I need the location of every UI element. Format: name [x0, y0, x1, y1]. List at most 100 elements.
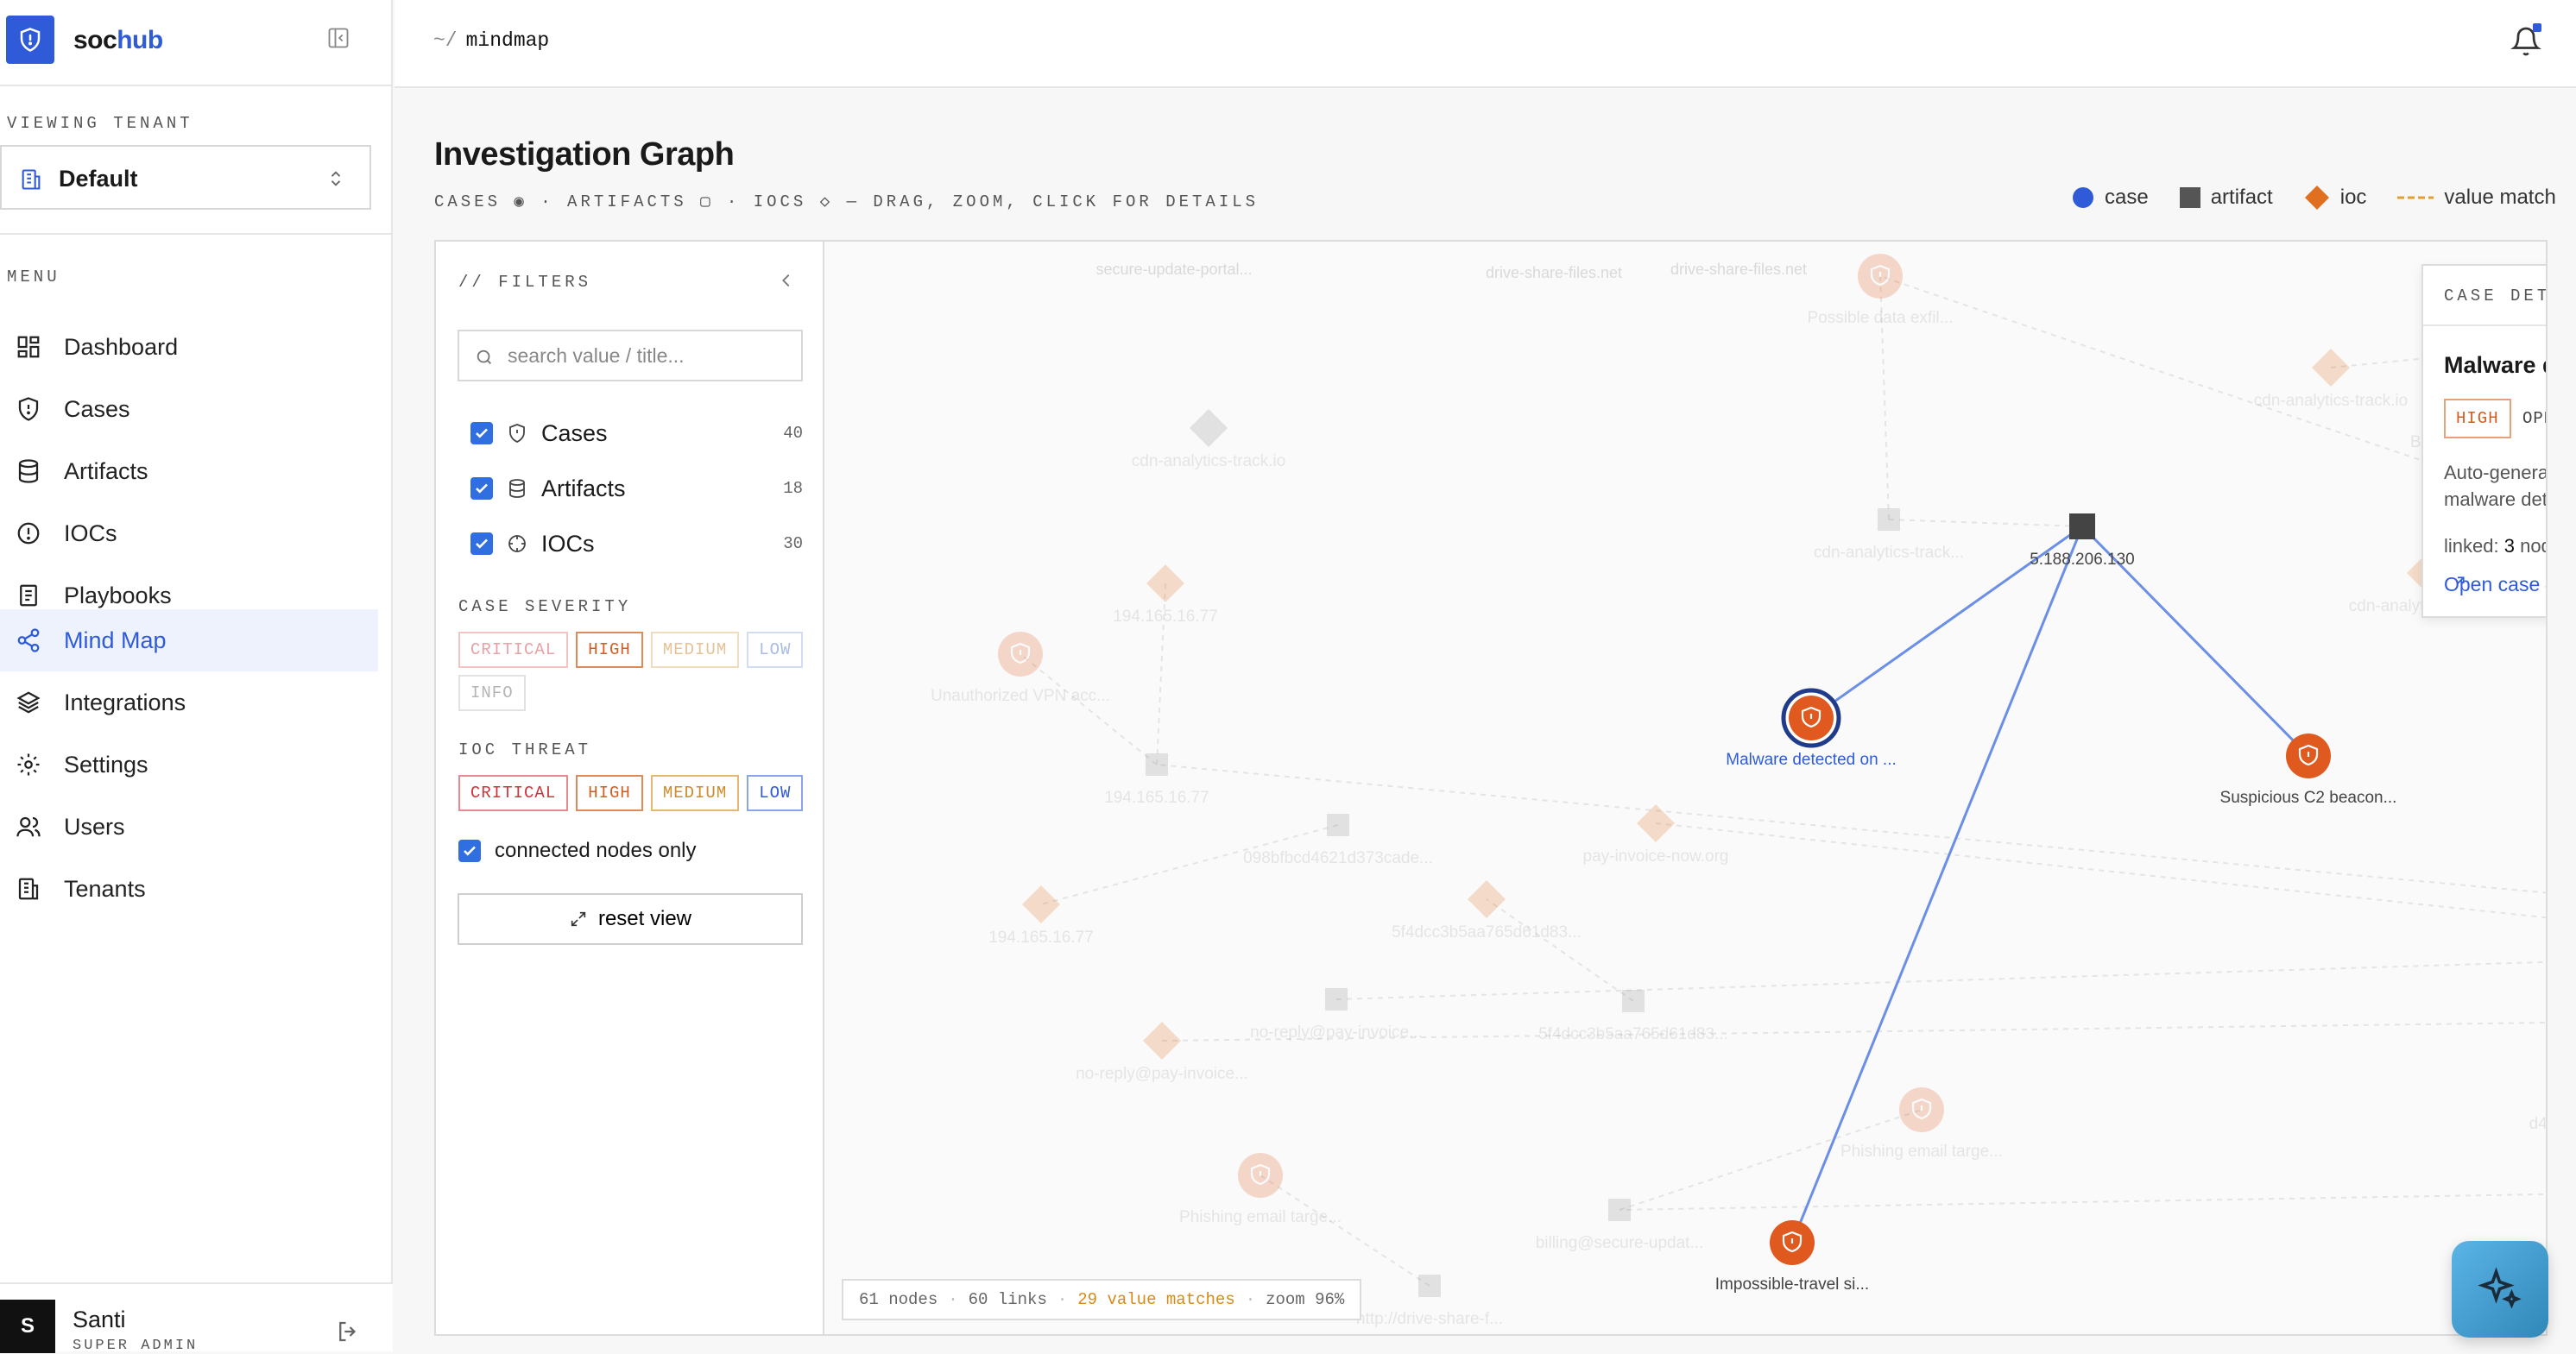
menu-section-label: MENU [7, 268, 60, 287]
sidebar-collapse-button[interactable] [326, 26, 354, 54]
sidebar-item-label: Tenants [64, 875, 146, 902]
chip-high[interactable]: HIGH [576, 775, 643, 811]
chip-critical[interactable]: CRITICAL [458, 632, 569, 668]
tenant-select[interactable]: Default [0, 145, 371, 210]
checkbox-checked[interactable] [470, 532, 493, 555]
case-node[interactable]: Malware detected on ... [1726, 688, 1897, 769]
artifact-node[interactable]: 5f4dcc3b5aa765d61d83... [1538, 990, 1728, 1043]
graph-node-label: cdn-analytics-track.io [2254, 392, 2408, 410]
artifact-square[interactable] [1327, 814, 1349, 836]
sidebar-item-users[interactable]: Users [0, 796, 378, 858]
toggle-artifacts[interactable]: Artifacts 18 [470, 471, 803, 506]
artifact-node[interactable]: cdn-analytics-track... [1814, 508, 1964, 562]
case-node[interactable]: Possible data exfil... [1808, 254, 1954, 327]
ioc-node[interactable]: cdn-analytics-track.io [2254, 349, 2408, 410]
filters-collapse-button[interactable] [777, 271, 796, 294]
sidebar-item-cases[interactable]: Cases [0, 378, 378, 440]
artifact-square[interactable] [1418, 1275, 1441, 1297]
ioc-diamond[interactable] [1637, 804, 1675, 842]
dashed-line-icon [2397, 196, 2434, 199]
layers-icon [16, 690, 41, 715]
logout-button[interactable] [335, 1319, 361, 1349]
artifact-square[interactable] [1146, 753, 1168, 776]
chip-high[interactable]: HIGH [576, 632, 643, 668]
graph-node-label: Unauthorized VPN acc... [931, 687, 1110, 705]
sidebar-item-integrations[interactable]: Integrations [0, 671, 378, 734]
sidebar-item-iocs[interactable]: IOCs [0, 502, 378, 564]
graph-link-faded [1486, 898, 1634, 1002]
graph-node-label: pay-invoice-now.org [1583, 847, 1729, 866]
node-count: 61 nodes [859, 1290, 938, 1309]
breadcrumb-root[interactable]: ~/ [433, 29, 458, 52]
sidebar-item-mind-map[interactable]: Mind Map [0, 609, 378, 671]
case-detail-panel: CASE DETAIL Malware detected on WS-FIN-0… [2421, 264, 2546, 618]
checkbox-checked[interactable] [470, 477, 493, 500]
tenant-section-label: VIEWING TENANT [7, 114, 193, 133]
reset-view-button[interactable]: reset view [458, 893, 803, 945]
ioc-diamond[interactable] [2312, 349, 2350, 387]
ioc-node[interactable]: no-reply@pay-invoice... [1076, 1022, 1248, 1083]
artifact-square[interactable] [1325, 988, 1348, 1011]
artifact-node[interactable]: 5.188.206.130 [2030, 513, 2135, 569]
artifact-node[interactable]: 098bfbcd4621d373cade... [1243, 814, 1433, 867]
ioc-node[interactable]: 5f4dcc3b5aa765d61d83... [1392, 880, 1582, 942]
ioc-diamond[interactable] [1143, 1022, 1181, 1060]
case-node[interactable]: Suspicious C2 beacon... [2220, 734, 2397, 807]
ioc-node[interactable]: cdn-analytics-track.io [1132, 409, 1285, 470]
ioc-node[interactable]: 194.165.16.77 [1113, 564, 1218, 626]
linked-prefix: linked: [2444, 535, 2504, 557]
crosshair-icon [507, 533, 527, 554]
case-node[interactable]: Impossible-travel si... [1715, 1220, 1869, 1294]
users-icon [16, 814, 41, 840]
toggle-count: 18 [783, 479, 803, 498]
sidebar-item-settings[interactable]: Settings [0, 734, 378, 796]
ioc-node[interactable]: pay-invoice-now.org [1583, 804, 1729, 866]
sidebar-divider [0, 233, 393, 235]
checkbox-checked[interactable] [470, 422, 493, 444]
chip-medium[interactable]: MEDIUM [650, 632, 740, 668]
sidebar-item-dashboard[interactable]: Dashboard [0, 316, 378, 378]
chip-info[interactable]: INFO [458, 675, 526, 711]
search-input[interactable] [508, 342, 784, 369]
artifact-square[interactable] [1608, 1199, 1631, 1221]
avatar[interactable]: S [0, 1300, 55, 1353]
brand-logo[interactable] [6, 16, 54, 64]
connected-only-toggle[interactable]: connected nodes only [458, 839, 697, 863]
graph-node-label: cdn-analytics-track... [1814, 544, 1964, 562]
artifact-node[interactable]: billing@secure-updat... [1536, 1199, 1704, 1252]
sidebar-item-tenants[interactable]: Tenants [0, 858, 378, 920]
ioc-node[interactable]: d41d8cd98f00b204e980... [2529, 1072, 2546, 1133]
toggle-cases[interactable]: Cases 40 [470, 416, 803, 450]
case-node[interactable]: Phishing email targe... [1179, 1153, 1342, 1226]
artifact-square[interactable] [1878, 508, 1900, 531]
graph-node-label: 194.165.16.77 [1104, 789, 1209, 807]
chip-low[interactable]: LOW [747, 775, 804, 811]
ioc-diamond[interactable] [1022, 885, 1060, 923]
case-node[interactable]: Phishing email targe... [1840, 1087, 2003, 1161]
sidebar-item-label: Mind Map [64, 627, 167, 653]
artifact-node[interactable]: no-reply@pay-invoice... [1250, 988, 1423, 1042]
graph-svg[interactable]: secure-update-portal... drive-share-files… [826, 242, 2546, 1334]
graph-node-label: Phishing email targe... [1179, 1208, 1342, 1226]
building-icon [16, 876, 41, 902]
artifact-square[interactable] [2069, 513, 2095, 539]
notification-badge [2533, 23, 2541, 32]
assistant-button[interactable] [2452, 1241, 2548, 1338]
ioc-diamond[interactable] [1190, 409, 1228, 447]
artifact-node[interactable]: 194.165.16.77 [1104, 753, 1209, 807]
sidebar-item-artifacts[interactable]: Artifacts [0, 440, 378, 502]
ioc-diamond[interactable] [1468, 880, 1506, 918]
toggle-iocs[interactable]: IOCs 30 [470, 526, 803, 561]
open-case-link[interactable]: Open case #5 [2444, 573, 2546, 596]
chip-medium[interactable]: MEDIUM [650, 775, 740, 811]
case-node[interactable]: Unauthorized VPN acc... [931, 632, 1110, 705]
ioc-diamond[interactable] [1146, 564, 1184, 602]
artifact-node[interactable]: http://drive-share-f... [1356, 1275, 1503, 1328]
artifact-square[interactable] [1622, 990, 1645, 1012]
chip-low[interactable]: LOW [747, 632, 804, 668]
graph-link-faded [1020, 653, 1158, 765]
checkbox-checked[interactable] [458, 840, 481, 862]
graph-node-label: 194.165.16.77 [988, 929, 1094, 947]
graph-canvas[interactable]: secure-update-portal... drive-share-files… [826, 242, 2546, 1334]
chip-critical[interactable]: CRITICAL [458, 775, 569, 811]
